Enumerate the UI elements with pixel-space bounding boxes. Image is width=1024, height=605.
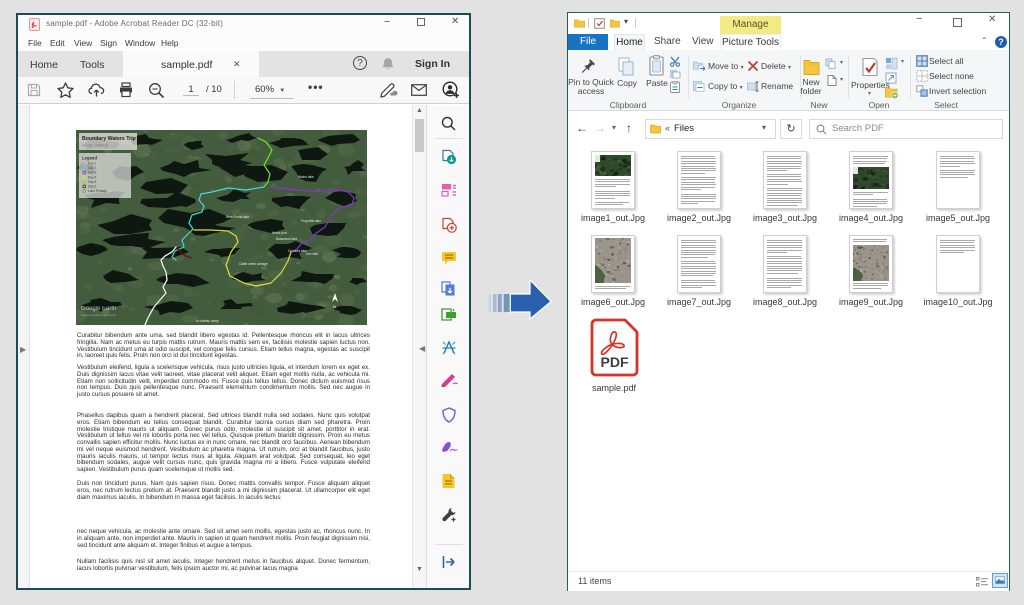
svg-text:Day 1: Day 1 <box>88 162 97 166</box>
svg-text:PDF: PDF <box>601 354 629 370</box>
svg-text:Day 6: Day 6 <box>88 185 97 189</box>
svg-text:Mudro lake: Mudro lake <box>298 175 314 179</box>
svg-text:Crooked lake: Crooked lake <box>288 249 307 253</box>
svg-text:N: N <box>333 304 336 309</box>
svg-text:Day 3: Day 3 <box>88 171 97 175</box>
svg-text:Basswood lake: Basswood lake <box>276 237 298 241</box>
svg-text:Horse port: Horse port <box>272 231 287 235</box>
svg-text:Image Landsat / Copernicus: Image Landsat / Copernicus <box>81 313 117 317</box>
svg-text:Google Earth: Google Earth <box>81 306 116 312</box>
svg-text:Legend: Legend <box>82 156 97 161</box>
svg-text:Cattle creek portage: Cattle creek portage <box>239 262 268 266</box>
svg-text:Lake Portage: Lake Portage <box>88 189 107 193</box>
svg-text:Iron lake: Iron lake <box>306 252 318 256</box>
svg-text:Day 4: Day 4 <box>88 175 97 179</box>
svg-text:No Sep 14BWCA: No Sep 14BWCA <box>82 144 109 148</box>
svg-text:Day 5: Day 5 <box>88 180 97 184</box>
svg-text:Day 2: Day 2 <box>88 166 97 170</box>
svg-text:New Found lake: New Found lake <box>226 215 249 219</box>
svg-text:Boundary Waters Trip: Boundary Waters Trip <box>82 136 136 142</box>
svg-text:to charley camp: to charley camp <box>196 319 219 323</box>
svg-text:Frog falls lake: Frog falls lake <box>301 219 321 223</box>
